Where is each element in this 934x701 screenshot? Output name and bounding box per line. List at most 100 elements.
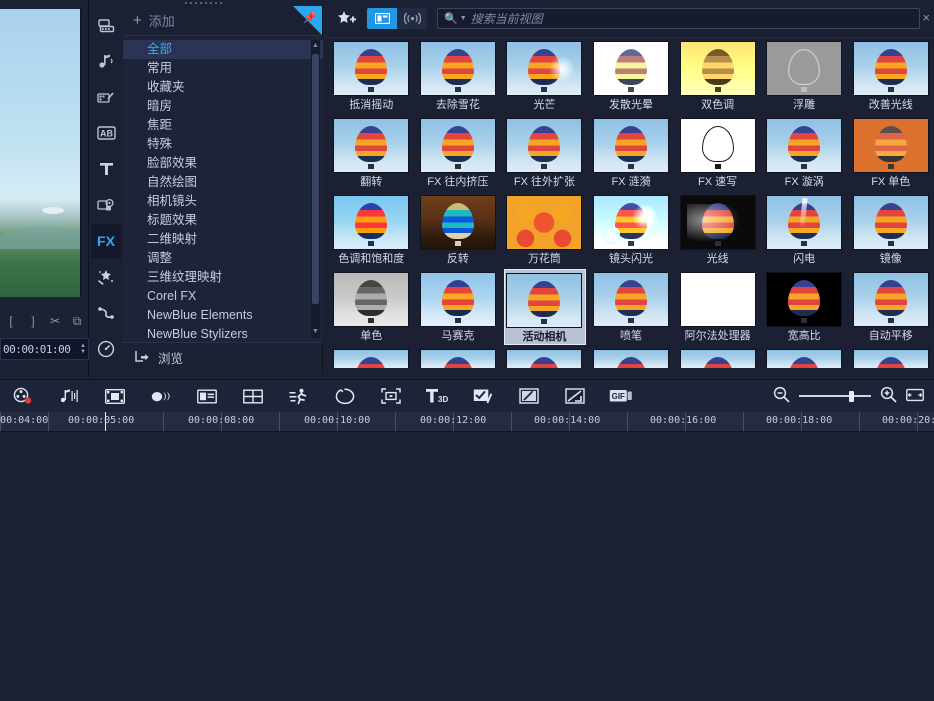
timeline-ruler[interactable]: 00:00:04:00 00:00:05:00 00:00:08:00 00:0… <box>0 412 934 432</box>
transform-button[interactable] <box>552 380 598 413</box>
sidebar-item-fx[interactable]: FX <box>91 224 121 258</box>
effect-cell[interactable]: 自动平移 <box>847 269 934 346</box>
category-item-3d-texture[interactable]: 三维纹理映射 <box>123 268 323 287</box>
category-scrollbar[interactable]: ▲ ▼ <box>311 40 320 338</box>
category-item-natural-paint[interactable]: 自然绘图 <box>123 173 323 192</box>
sidebar-item-title-template[interactable]: AB <box>91 116 121 150</box>
category-item-darkroom[interactable]: 暗房 <box>123 97 323 116</box>
timeline-tracks-area[interactable] <box>0 432 934 701</box>
record-capture-button[interactable] <box>0 380 46 413</box>
effect-cell[interactable]: 去除雪花 <box>415 38 502 115</box>
effect-cell[interactable]: FX 往外扩张 <box>501 115 588 192</box>
slider-knob[interactable] <box>849 391 854 402</box>
effect-cell[interactable] <box>674 346 761 368</box>
category-item-adjust[interactable]: 调整 <box>123 249 323 268</box>
timecode-stepper[interactable]: ▲▼ <box>80 344 86 355</box>
effect-cell[interactable]: 镜像 <box>847 192 934 269</box>
effect-cell[interactable] <box>588 346 675 368</box>
mask-creator-button[interactable] <box>322 380 368 413</box>
overlay-button[interactable] <box>138 380 184 413</box>
search-box[interactable]: 🔍 ▼ 搜索当前视图 <box>437 8 920 29</box>
motion-tracking-button[interactable] <box>276 380 322 413</box>
sidebar-item-audio[interactable] <box>91 44 121 78</box>
fit-to-window-icon[interactable] <box>906 388 924 405</box>
category-item-focal[interactable]: 焦距 <box>123 116 323 135</box>
category-item-favorites[interactable]: 收藏夹 <box>123 78 323 97</box>
category-item-newblue-elements[interactable]: NewBlue Elements <box>123 306 323 325</box>
category-item-2d-mapping[interactable]: 二维映射 <box>123 230 323 249</box>
effect-cell[interactable]: 色调和饱和度 <box>328 192 415 269</box>
category-item-corel-fx[interactable]: Corel FX <box>123 287 323 306</box>
effect-cell[interactable]: 镜头闪光 <box>588 192 675 269</box>
title-3d-button[interactable]: 3D <box>414 380 460 413</box>
effect-cell-selected[interactable]: 活动相机 <box>501 269 588 346</box>
effect-cell[interactable] <box>847 346 934 368</box>
effect-cell[interactable]: 阿尔法处理器 <box>674 269 761 346</box>
preview-video[interactable] <box>0 9 82 297</box>
effect-cell[interactable]: 宽高比 <box>761 269 848 346</box>
title-safe-button[interactable] <box>184 380 230 413</box>
mark-out-button[interactable]: ] <box>24 312 42 330</box>
effect-cell[interactable]: FX 往内挤压 <box>415 115 502 192</box>
category-item-face[interactable]: 脸部效果 <box>123 154 323 173</box>
effect-cell[interactable]: 单色 <box>328 269 415 346</box>
effect-cell[interactable] <box>328 346 415 368</box>
track-motion-button[interactable] <box>368 380 414 413</box>
add-to-favorites-icon[interactable] <box>337 10 357 28</box>
category-item-camera-lens[interactable]: 相机镜头 <box>123 192 323 211</box>
snapshot-button[interactable]: ⧉ <box>68 312 86 330</box>
broadcast-view-button[interactable] <box>397 8 427 29</box>
effect-cell[interactable] <box>415 346 502 368</box>
effect-cell[interactable]: 发散光晕 <box>588 38 675 115</box>
mark-in-button[interactable]: [ <box>2 312 20 330</box>
category-item-title-effects[interactable]: 标题效果 <box>123 211 323 230</box>
effect-cell[interactable]: 双色调 <box>674 38 761 115</box>
cut-clip-button[interactable]: ✂ <box>46 312 64 330</box>
sidebar-item-magic[interactable] <box>91 260 121 294</box>
effect-cell[interactable]: 浮雕 <box>761 38 848 115</box>
sidebar-item-transition[interactable] <box>91 80 121 114</box>
sidebar-item-speed[interactable] <box>91 332 121 366</box>
category-item-special[interactable]: 特殊 <box>123 135 323 154</box>
preview-timecode[interactable]: 00:00:01:00 ▲▼ <box>0 338 89 360</box>
effect-cell[interactable]: FX 涟漪 <box>588 115 675 192</box>
effect-cell[interactable]: FX 单色 <box>847 115 934 192</box>
effect-cell[interactable]: 马赛克 <box>415 269 502 346</box>
scrollbar-thumb[interactable] <box>312 54 319 304</box>
effect-cell[interactable]: FX 速写 <box>674 115 761 192</box>
close-icon[interactable]: × <box>922 10 930 25</box>
effect-cell[interactable] <box>761 346 848 368</box>
scroll-up-icon[interactable]: ▲ <box>312 40 319 52</box>
effect-cell[interactable]: 光线 <box>674 192 761 269</box>
search-input[interactable]: 搜索当前视图 <box>471 10 543 27</box>
chevron-down-icon[interactable]: ▼ <box>460 15 467 22</box>
gif-creator-button[interactable]: GIF <box>598 380 644 413</box>
scroll-down-icon[interactable]: ▼ <box>312 326 319 338</box>
audio-mixer-button[interactable] <box>46 380 92 413</box>
effect-cell[interactable]: 改善光线 <box>847 38 934 115</box>
multicam-editor-button[interactable] <box>460 380 506 413</box>
sidebar-item-path[interactable] <box>91 296 121 330</box>
painting-creator-button[interactable] <box>506 380 552 413</box>
playhead[interactable] <box>105 412 106 432</box>
effect-cell[interactable]: 反转 <box>415 192 502 269</box>
subtitle-editor-button[interactable] <box>92 380 138 413</box>
effect-cell[interactable]: 闪电 <box>761 192 848 269</box>
sidebar-item-graphic[interactable] <box>91 188 121 222</box>
sidebar-item-media[interactable] <box>91 8 121 42</box>
timeline-zoom-slider[interactable] <box>799 390 871 402</box>
zoom-in-icon[interactable] <box>880 386 897 406</box>
pin-panel-button[interactable]: 📌 <box>293 6 322 35</box>
effect-cell[interactable] <box>501 346 588 368</box>
effect-cell[interactable]: FX 漩涡 <box>761 115 848 192</box>
storyboard-button[interactable] <box>230 380 276 413</box>
effect-cell[interactable]: 翻转 <box>328 115 415 192</box>
sidebar-item-title[interactable] <box>91 152 121 186</box>
browse-button[interactable]: 浏览 <box>123 342 323 372</box>
thumbnail-view-button[interactable] <box>367 8 397 29</box>
effect-cell[interactable]: 抵消摇动 <box>328 38 415 115</box>
effect-cell[interactable]: 万花筒 <box>501 192 588 269</box>
category-item-common[interactable]: 常用 <box>123 59 323 78</box>
zoom-out-icon[interactable] <box>773 386 790 406</box>
category-item-newblue-stylizers[interactable]: NewBlue Stylizers <box>123 325 323 342</box>
